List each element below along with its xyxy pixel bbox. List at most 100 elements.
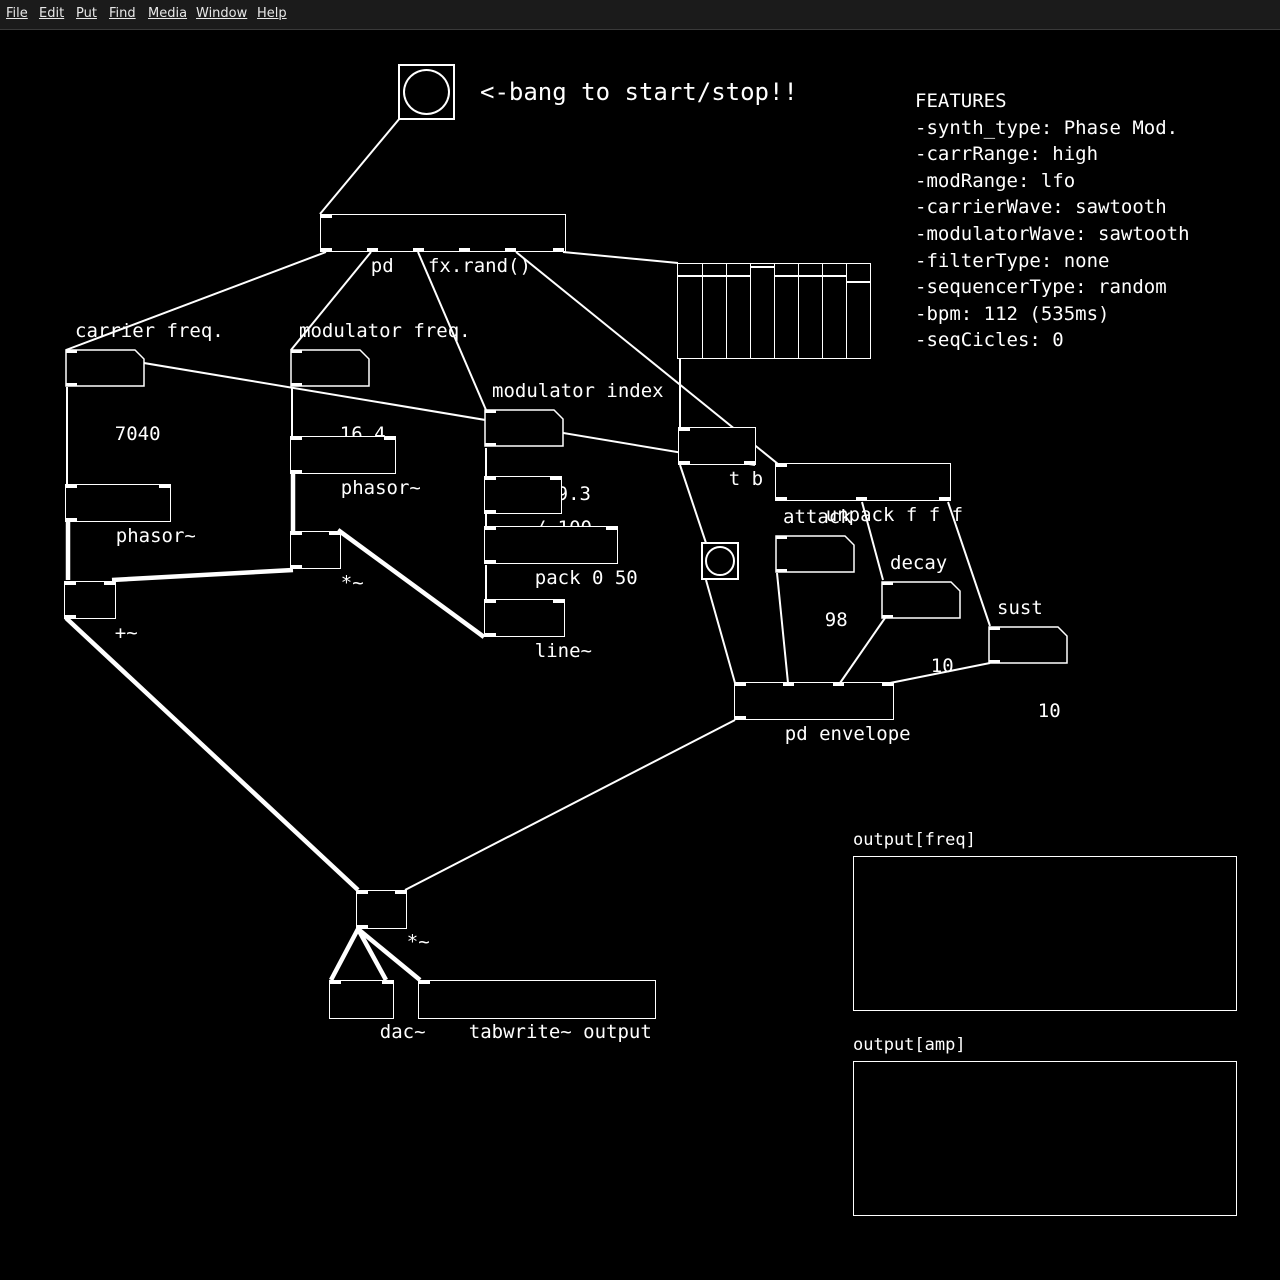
outlet: [66, 518, 77, 521]
divide-100-object[interactable]: / 100: [484, 476, 592, 539]
feature-line: -filterType: none: [915, 249, 1110, 272]
feature-line: -carrRange: high: [915, 143, 1099, 166]
inlet: [291, 437, 302, 440]
inlet: [485, 477, 496, 480]
decay-value: 10: [930, 655, 954, 677]
feature-line: -modRange: lfo: [915, 169, 1076, 192]
decay-label: decay: [890, 552, 948, 574]
outlet: [485, 510, 496, 513]
wire-envelope-mult: [404, 719, 736, 891]
modulator-index-number[interactable]: 659.3: [484, 409, 591, 505]
multiply-out-text: *~: [406, 931, 430, 953]
bang-comment: <-bang to start/stop!!: [480, 78, 798, 106]
outlet: [856, 497, 867, 500]
modulator-freq-label: modulator freq.: [299, 320, 471, 342]
sequencer-sliders[interactable]: [677, 263, 871, 359]
inlet: [776, 464, 787, 467]
inlet: [321, 215, 332, 218]
sequencer-step[interactable]: [702, 264, 727, 358]
envelope-text: pd envelope: [784, 723, 911, 745]
sequencer-step-level: [822, 275, 846, 278]
add-carrier-object[interactable]: +~: [64, 581, 138, 644]
outlet: [413, 248, 424, 251]
multiply-mod-text: *~: [340, 572, 364, 594]
attack-number[interactable]: 98: [775, 535, 855, 631]
menu-help[interactable]: Help: [257, 6, 287, 21]
inlet: [485, 527, 496, 530]
number-box-frame: [65, 349, 145, 387]
multiply-mod-object[interactable]: *~: [290, 531, 364, 594]
phasor-carrier-object[interactable]: phasor~: [65, 484, 196, 547]
feature-line: -carrierWave: sawtooth: [915, 196, 1167, 219]
wire-mult-add: [111, 567, 294, 583]
outlet: [459, 248, 470, 251]
sequencer-step[interactable]: [750, 264, 775, 358]
outlet: [357, 925, 368, 928]
inlet: [384, 437, 395, 440]
outlet: [776, 497, 787, 500]
wire-carrier-tbf: [65, 349, 756, 466]
decay-number[interactable]: 10: [881, 581, 961, 677]
wire-fx-sequencer: [562, 251, 679, 264]
inlet: [66, 485, 77, 488]
attack-value: 98: [824, 609, 848, 631]
sequencer-step-level: [750, 265, 774, 268]
outlet: [744, 461, 755, 464]
dac-object[interactable]: dac~: [329, 980, 426, 1043]
modulator-freq-number[interactable]: 16.4: [290, 349, 386, 445]
inlet: [783, 683, 794, 686]
modulator-index-label: modulator index: [492, 380, 664, 402]
feature-line: -sequencerType: random: [915, 276, 1167, 299]
sequencer-step[interactable]: [822, 264, 847, 358]
line-object[interactable]: line~: [484, 599, 592, 662]
features-title: FEATURES: [915, 90, 1007, 112]
tabwrite-object[interactable]: tabwrite~ output: [418, 980, 656, 1043]
sust-label: sust: [997, 597, 1043, 619]
menu-find[interactable]: Find: [109, 6, 136, 21]
amp-graph-label: output[amp]: [853, 1035, 966, 1055]
multiply-out-object[interactable]: *~: [356, 890, 430, 953]
sust-number[interactable]: 10: [988, 626, 1068, 722]
fx-rand-object[interactable]: pd fx.rand(): [320, 214, 566, 277]
inlet: [65, 582, 76, 585]
patch-canvas[interactable]: <-bang to start/stop!! pd fx.rand() FEAT…: [0, 30, 1280, 1280]
inlet: [735, 683, 746, 686]
inlet: [159, 485, 170, 488]
outlet: [367, 248, 378, 251]
tabwrite-text: tabwrite~ output: [468, 1021, 652, 1043]
pack-object[interactable]: pack 0 50: [484, 526, 638, 589]
outlet: [505, 248, 516, 251]
outlet: [291, 470, 302, 473]
add-carrier-text: +~: [114, 622, 138, 644]
menu-edit[interactable]: Edit: [39, 6, 64, 21]
inlet: [485, 600, 496, 603]
menu-file[interactable]: File: [6, 6, 28, 21]
amp-graph[interactable]: [853, 1061, 1237, 1216]
wire-mult-dac-l: [329, 927, 360, 982]
inlet: [357, 891, 368, 894]
pack-text: pack 0 50: [534, 567, 638, 589]
sequencer-step[interactable]: [678, 264, 703, 358]
attack-label: attack: [783, 506, 852, 528]
envelope-object[interactable]: pd envelope: [734, 682, 911, 745]
inlet: [550, 477, 561, 480]
menu-media[interactable]: Media: [148, 6, 187, 21]
sequencer-step-level: [846, 280, 870, 283]
outlet: [321, 248, 332, 251]
phasor-carrier-text: phasor~: [115, 525, 196, 547]
feature-line: -modulatorWave: sawtooth: [915, 222, 1190, 245]
sequencer-step[interactable]: [774, 264, 799, 358]
trigger-bang[interactable]: [701, 542, 739, 580]
trigger-object[interactable]: t b f: [678, 427, 786, 490]
sequencer-step[interactable]: [726, 264, 751, 358]
menu-put[interactable]: Put: [76, 6, 97, 21]
fx-rand-text: pd fx.rand(): [370, 255, 531, 277]
start-stop-bang[interactable]: [398, 64, 455, 120]
freq-graph[interactable]: [853, 856, 1237, 1011]
phasor-mod-object[interactable]: phasor~: [290, 436, 421, 499]
carrier-freq-number[interactable]: 7040: [65, 349, 161, 445]
unpack-object[interactable]: unpack f f f: [775, 463, 963, 526]
sequencer-step[interactable]: [798, 264, 823, 358]
sequencer-step[interactable]: [846, 264, 870, 358]
menu-window[interactable]: Window: [196, 6, 247, 21]
